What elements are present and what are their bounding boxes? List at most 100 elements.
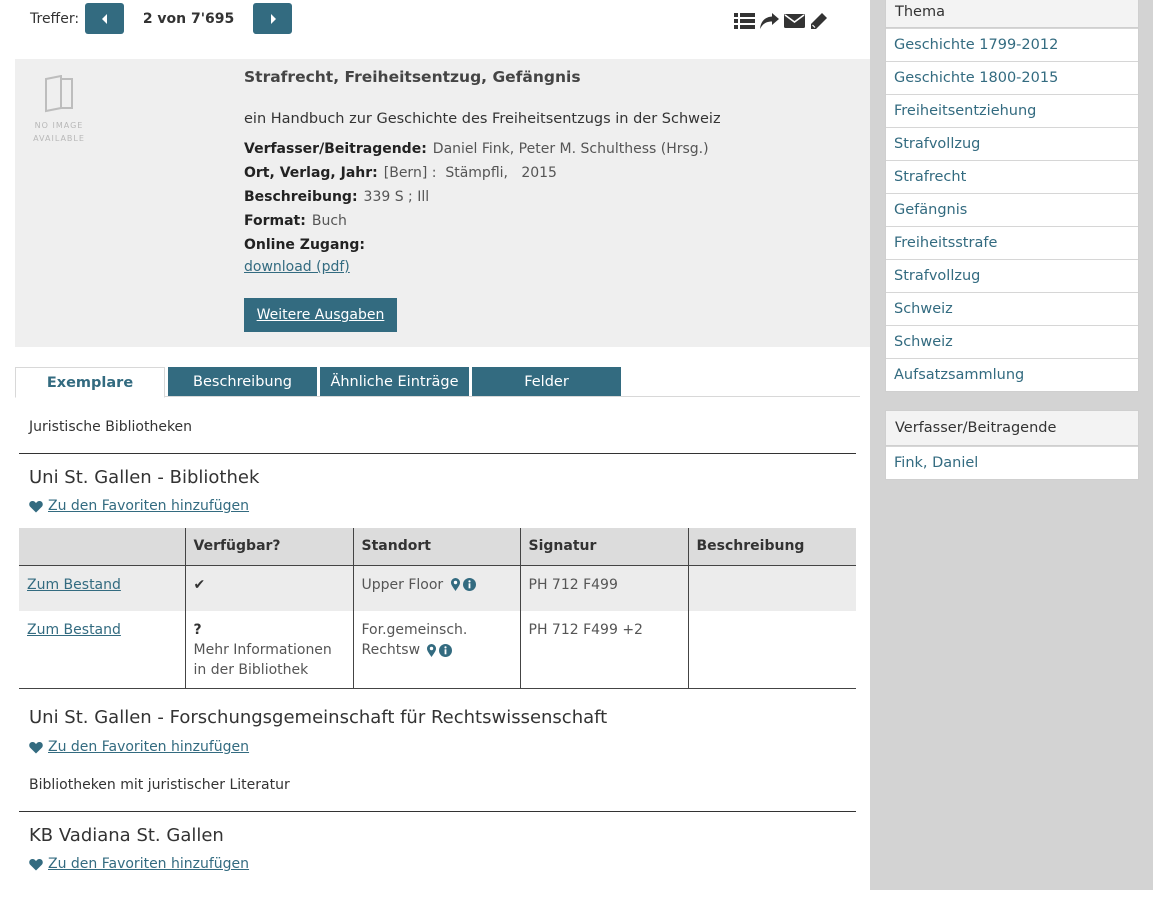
zum-bestand-link[interactable]: Zum Bestand xyxy=(27,622,121,638)
favorite-forschungsgemeinschaft: Zu den Favoriten hinzufügen xyxy=(29,739,249,755)
field-publication-label: Ort, Verlag, Jahr: xyxy=(244,165,378,181)
check-icon: ✔ xyxy=(193,576,206,593)
previous-button[interactable] xyxy=(85,3,125,34)
field-format: Format: Buch xyxy=(244,213,347,229)
sidebar: Thema Geschichte 1799-2012 Geschichte 18… xyxy=(870,0,1153,890)
field-publication-value: [Bern] : Stämpfli, 2015 xyxy=(383,165,557,181)
facet-title-thema: Thema xyxy=(886,0,1138,28)
table-row: Zum Bestand ? Mehr Informationen in der … xyxy=(19,611,856,689)
cell-location: Upper Floor xyxy=(352,565,520,611)
question-icon: ? xyxy=(193,622,202,638)
zum-bestand-link[interactable]: Zum Bestand xyxy=(27,577,121,593)
table-row: Zum Bestand ✔ Upper Floor PH 712 F499 xyxy=(19,565,856,611)
cell-availability: ✔ xyxy=(184,565,353,611)
cell-location: For.gemeinsch. Rechtsw xyxy=(352,611,520,689)
record-tools xyxy=(733,10,830,32)
group-label-literatur: Bibliotheken mit juristischer Literatur xyxy=(29,777,290,793)
facet-item-thema[interactable]: Strafrecht xyxy=(886,160,1138,193)
facet-item-author[interactable]: Fink, Daniel xyxy=(886,446,1138,479)
field-format-value: Buch xyxy=(311,213,347,229)
field-publication: Ort, Verlag, Jahr: [Bern] : Stämpfli, 201… xyxy=(244,165,557,181)
cell-beschreibung xyxy=(687,611,856,689)
col-header-verfuegbar: Verfügbar? xyxy=(184,528,353,566)
favorite-unisg: Zu den Favoriten hinzufügen xyxy=(29,498,249,514)
pencil-icon[interactable] xyxy=(808,10,830,32)
cell-signatur: PH 712 F499 +2 xyxy=(519,611,688,689)
pager-label: Treffer: xyxy=(30,10,80,27)
download-pdf-link[interactable]: download (pdf) xyxy=(244,259,350,275)
map-marker-icon[interactable] xyxy=(427,643,437,657)
cell-link: Zum Bestand xyxy=(19,565,185,611)
field-online-label: Online Zugang: xyxy=(244,237,365,253)
facet-title-authors: Verfasser/Beitragende xyxy=(886,411,1138,446)
facet-item-thema[interactable]: Strafvollzug xyxy=(886,127,1138,160)
favorite-vadiana: Zu den Favoriten hinzufügen xyxy=(29,856,249,872)
field-description-value: 339 S ; Ill xyxy=(363,189,430,205)
heart-icon xyxy=(29,858,43,870)
facet-item-thema[interactable]: Geschichte 1799-2012 xyxy=(886,28,1138,61)
field-online-access: Online Zugang: xyxy=(244,237,371,253)
cell-beschreibung xyxy=(687,565,856,611)
envelope-icon[interactable] xyxy=(783,10,805,32)
field-format-label: Format: xyxy=(244,213,306,229)
facet-item-thema[interactable]: Aufsatzsammlung xyxy=(886,358,1138,391)
add-favorite-link[interactable]: Zu den Favoriten hinzufügen xyxy=(48,498,249,514)
no-image-text: NO IMAGE AVAILABLE xyxy=(33,121,85,143)
record-tabs: Exemplare Beschreibung Ähnliche Einträge… xyxy=(15,367,860,398)
record-subtitle: ein Handbuch zur Geschichte des Freiheit… xyxy=(244,111,721,127)
list-icon[interactable] xyxy=(733,10,755,32)
tab-felder[interactable]: Felder xyxy=(472,367,621,396)
facet-item-thema[interactable]: Schweiz xyxy=(886,292,1138,325)
share-icon[interactable] xyxy=(758,10,780,32)
next-button[interactable] xyxy=(253,3,293,34)
tab-aehnliche-eintraege[interactable]: Ähnliche Einträge xyxy=(320,367,469,396)
divider xyxy=(19,811,856,812)
facet-item-thema[interactable]: Freiheitsstrafe xyxy=(886,226,1138,259)
facet-item-thema[interactable]: Geschichte 1800-2015 xyxy=(886,61,1138,94)
facet-authors: Verfasser/Beitragende Fink, Daniel xyxy=(885,410,1139,480)
add-favorite-link[interactable]: Zu den Favoriten hinzufügen xyxy=(48,739,249,755)
add-favorite-link[interactable]: Zu den Favoriten hinzufügen xyxy=(48,856,249,872)
book-placeholder-icon xyxy=(45,74,73,113)
facet-thema: Thema Geschichte 1799-2012 Geschichte 18… xyxy=(885,0,1139,392)
map-marker-icon[interactable] xyxy=(450,578,460,591)
field-online-link-row: download (pdf) xyxy=(244,259,350,275)
no-image-placeholder: NO IMAGE AVAILABLE xyxy=(32,74,86,145)
record-summary: NO IMAGE AVAILABLE Strafrecht, Freiheits… xyxy=(15,59,870,347)
result-pager: Treffer: 2 von 7'695 xyxy=(30,3,293,34)
facet-item-thema[interactable]: Freiheitsentziehung xyxy=(886,94,1138,127)
field-authors: Verfasser/Beitragende: Daniel Fink, Peter… xyxy=(244,141,709,157)
location-text: Upper Floor xyxy=(361,576,444,593)
holdings-table: Verfügbar? Standort Signatur Beschreibun… xyxy=(19,528,856,689)
caret-right-icon xyxy=(270,13,276,24)
col-header-beschreibung: Beschreibung xyxy=(687,528,856,566)
caret-left-icon xyxy=(101,13,107,24)
col-header-signatur: Signatur xyxy=(519,528,688,566)
heart-icon xyxy=(29,500,43,512)
weitere-ausgaben-button[interactable]: Weitere Ausgaben xyxy=(244,298,397,332)
info-icon[interactable] xyxy=(462,578,476,591)
facet-item-thema[interactable]: Gefängnis xyxy=(886,193,1138,226)
cell-signatur: PH 712 F499 xyxy=(519,565,688,611)
table-header-row: Verfügbar? Standort Signatur Beschreibun… xyxy=(19,528,856,566)
record-title: Strafrecht, Freiheitsentzug, Gefängnis xyxy=(244,68,581,86)
field-authors-label: Verfasser/Beitragende: xyxy=(244,141,427,157)
library-title-forschungsgemeinschaft: Uni St. Gallen - Forschungsgemeinschaft … xyxy=(29,707,608,728)
library-title-vadiana: KB Vadiana St. Gallen xyxy=(29,825,224,846)
pager-count: 2 von 7'695 xyxy=(142,10,235,27)
divider xyxy=(19,453,856,454)
tab-beschreibung[interactable]: Beschreibung xyxy=(168,367,317,396)
col-header-standort: Standort xyxy=(352,528,520,566)
heart-icon xyxy=(29,741,43,753)
cell-availability: ? Mehr Informationen in der Bibliothek xyxy=(184,611,353,689)
info-icon[interactable] xyxy=(439,643,453,657)
col-header-empty xyxy=(19,528,185,566)
tab-exemplare[interactable]: Exemplare xyxy=(15,367,165,398)
library-title-unisg: Uni St. Gallen - Bibliothek xyxy=(29,467,260,488)
group-label-juristische: Juristische Bibliotheken xyxy=(29,419,193,435)
availability-text: Mehr Informationen in der Bibliothek xyxy=(193,642,332,678)
field-description-label: Beschreibung: xyxy=(244,189,358,205)
field-description: Beschreibung: 339 S ; Ill xyxy=(244,189,429,205)
facet-item-thema[interactable]: Strafvollzug xyxy=(886,259,1138,292)
facet-item-thema[interactable]: Schweiz xyxy=(886,325,1138,358)
